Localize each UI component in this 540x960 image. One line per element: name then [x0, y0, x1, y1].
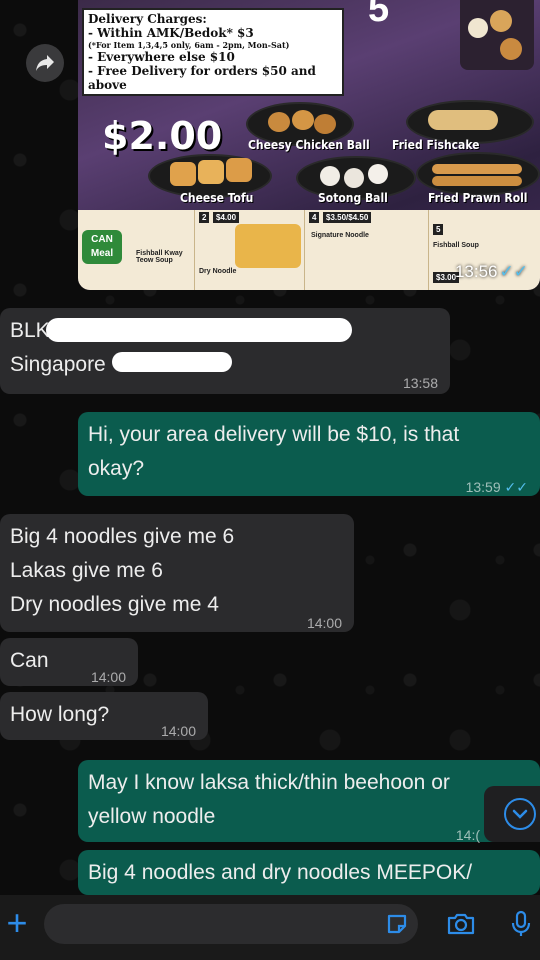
message-text: Lakas give me 6 [10, 559, 163, 582]
label-cheese-tofu: Cheese Tofu [180, 191, 254, 205]
strip-cell: 2 $4.00 Dry Noodle [194, 210, 304, 290]
incoming-message[interactable]: BLK Singapore 13:58 [0, 308, 450, 394]
scroll-to-bottom-button[interactable] [484, 786, 540, 842]
message-time: 14:00 [160, 723, 196, 739]
forward-icon [36, 55, 54, 71]
menu-image: Delivery Charges: - Within AMK/Bedok* $3… [78, 0, 540, 290]
charges-line: - Within AMK/Bedok* $3 [88, 26, 254, 40]
label-sotong-ball: Sotong Ball [318, 191, 388, 205]
strip-label: Dry Noodle [199, 268, 237, 275]
message-text: Dry noodles give me 4 [10, 593, 219, 616]
message-text: Can [10, 649, 49, 672]
image-time-text: 13:56 [454, 262, 498, 281]
can-meal-logo: CAN Meal [82, 230, 122, 264]
strip-label: Signature Noodle [311, 232, 369, 239]
camera-icon[interactable] [446, 909, 476, 939]
incoming-message[interactable]: How long? 14:00 [0, 692, 208, 740]
price-2-dollars: $2.00 [102, 114, 223, 158]
outgoing-message[interactable]: Big 4 noodles and dry noodles MEEPOK/ [78, 850, 540, 895]
label-fried-fishcake: Fried Fishcake [392, 138, 480, 152]
message-text: okay? [88, 457, 145, 480]
forward-button[interactable] [26, 44, 64, 82]
double-check-icon: ✓✓ [499, 262, 529, 281]
strip-label: Fishball Kway Teow Soup [136, 250, 183, 264]
outgoing-message[interactable]: Hi, your area delivery will be $10, is t… [78, 412, 540, 496]
message-time: 13:59 [465, 479, 501, 495]
microphone-icon[interactable] [506, 909, 536, 939]
message-text: Hi, your area delivery will be $10, is t… [88, 423, 460, 446]
strip-cell: 4 $3.50/$4.50 Signature Noodle [304, 210, 428, 290]
chevron-down-icon [504, 798, 536, 830]
label-cheesy-chicken-ball: Cheesy Chicken Ball [248, 138, 370, 152]
strip-tag: 4 [309, 212, 320, 223]
redaction-scribble [112, 352, 232, 372]
redaction-scribble [46, 318, 352, 342]
message-text: May I know laksa thick/thin beehoon or [88, 771, 450, 794]
message-input[interactable] [44, 904, 418, 944]
dish-photo [235, 224, 301, 268]
featured-dish-photo [460, 0, 534, 70]
strip-label: Fishball Soup [433, 242, 479, 249]
strip-cell: Fishball Kway Teow Soup [126, 210, 194, 290]
incoming-message[interactable]: Can 14:00 [0, 638, 138, 686]
message-time: 14:( [455, 827, 480, 843]
image-message[interactable]: Delivery Charges: - Within AMK/Bedok* $3… [78, 0, 540, 290]
charges-title: Delivery Charges: [88, 12, 207, 26]
composer-bar: + [0, 895, 540, 960]
message-meta: 13:59 ✓✓ [466, 470, 528, 504]
strip-tag: 5 [433, 224, 444, 235]
charges-line: - Everywhere else $10 [88, 50, 235, 64]
message-text: How long? [10, 703, 110, 726]
message-text: Big 4 noodles give me 6 [10, 525, 235, 548]
strip-tag: 2 [199, 212, 210, 223]
double-check-icon: ✓✓ [504, 479, 528, 495]
charges-note: (*For Item 1,3,4,5 only, 6am - 2pm, Mon-… [88, 40, 290, 50]
plate-fried-prawn-roll [418, 154, 538, 194]
delivery-charges-box: Delivery Charges: - Within AMK/Bedok* $3… [82, 8, 344, 96]
image-timestamp: 13:56 ✓✓ [455, 262, 528, 282]
strip-tag: $4.00 [213, 212, 240, 223]
plus-icon[interactable]: + [0, 905, 34, 941]
label-fried-prawn-roll: Fried Prawn Roll [428, 191, 528, 205]
charges-line: - Free Delivery for orders $50 and above [88, 64, 316, 92]
message-time: 14:00 [90, 669, 126, 685]
sticker-icon[interactable] [382, 909, 412, 939]
strip-tag: $3.50/$4.50 [323, 212, 372, 223]
plate-cheese-tofu [150, 156, 270, 196]
incoming-message[interactable]: Big 4 noodles give me 6 Lakas give me 6 … [0, 514, 354, 632]
number-5-graphic: 5 [368, 0, 390, 30]
message-time: 13:58 [402, 375, 438, 391]
plate-fried-fishcake [408, 102, 532, 142]
message-text: Big 4 noodles and dry noodles MEEPOK/ [88, 861, 473, 884]
message-time: 14:00 [306, 615, 342, 631]
outgoing-message[interactable]: May I know laksa thick/thin beehoon or y… [78, 760, 540, 843]
